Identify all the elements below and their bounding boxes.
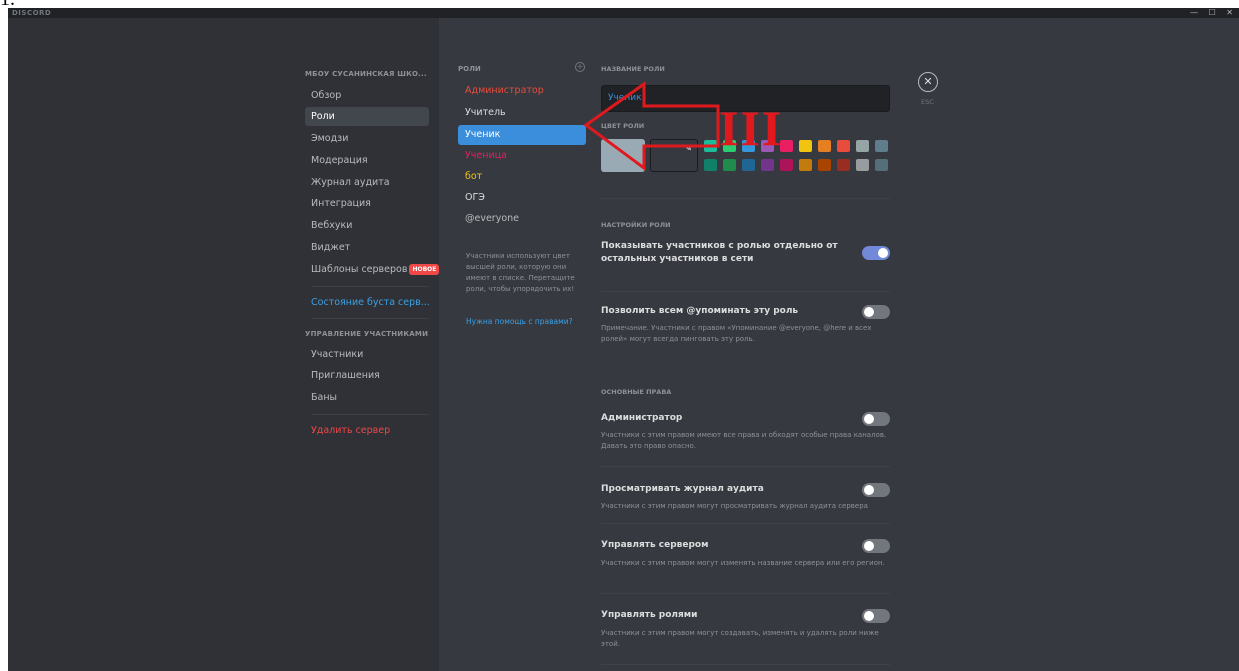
section-divider xyxy=(601,466,890,467)
role-settings-heading: НАСТРОЙКИ РОЛИ xyxy=(601,221,671,229)
sidebar-divider xyxy=(311,414,429,415)
color-swatch[interactable] xyxy=(780,159,793,171)
roles-help-link[interactable]: Нужна помощь с правами? xyxy=(466,317,573,326)
manage-roles-toggle[interactable] xyxy=(862,609,890,623)
view-audit-log-toggle[interactable] xyxy=(862,483,890,497)
app-brand: DISCORD xyxy=(12,9,52,17)
sidebar-divider xyxy=(311,286,429,287)
titlebar: DISCORD — ☐ ✕ xyxy=(8,8,1239,18)
permissions-heading: ОСНОВНЫЕ ПРАВА xyxy=(601,388,672,396)
administrator-toggle[interactable] xyxy=(862,412,890,426)
toggle-knob xyxy=(864,611,874,621)
esc-label: ESC xyxy=(921,98,934,106)
color-swatch[interactable] xyxy=(742,159,755,171)
role-item[interactable]: @everyone xyxy=(458,209,586,229)
color-swatch[interactable] xyxy=(723,159,736,171)
close-window-icon[interactable]: ✕ xyxy=(1226,8,1233,17)
sidebar-item-moderation[interactable]: Модерация xyxy=(305,151,429,170)
permission-description: Участники с этим правом имеют все права … xyxy=(601,431,887,450)
permission-title: Просматривать журнал аудита xyxy=(601,484,764,494)
server-heading: МБОУ СУСАНИНСКАЯ ШКО... xyxy=(305,70,427,78)
sidebar-item-widget[interactable]: Виджет xyxy=(305,238,429,257)
sidebar-item-boost-status[interactable]: Состояние буста серв... xyxy=(305,293,430,312)
settings-content: РОЛИ + Администратор Учитель Ученик Учен… xyxy=(439,18,1239,671)
color-swatch[interactable] xyxy=(837,140,850,152)
window-controls: — ☐ ✕ xyxy=(1182,8,1233,18)
settings-sidebar: МБОУ СУСАНИНСКАЯ ШКО... Обзор Роли Эмодз… xyxy=(8,18,440,671)
color-swatch[interactable] xyxy=(856,159,869,171)
role-name-heading: НАЗВАНИЕ РОЛИ xyxy=(601,65,665,73)
role-color-heading: ЦВЕТ РОЛИ xyxy=(601,122,645,130)
permission-description: Участники с этим правом могут изменять н… xyxy=(601,559,885,567)
color-swatch[interactable] xyxy=(704,159,717,171)
color-swatch[interactable] xyxy=(704,140,717,152)
sidebar-item-emoji[interactable]: Эмодзи xyxy=(305,129,429,148)
discord-window: DISCORD — ☐ ✕ МБОУ СУСАНИНСКАЯ ШКО... Об… xyxy=(8,8,1239,671)
role-item[interactable]: Ученица xyxy=(458,146,586,166)
manage-server-toggle[interactable] xyxy=(862,539,890,553)
close-icon[interactable]: ✕ xyxy=(918,72,938,92)
role-item-selected[interactable]: Ученик xyxy=(458,125,586,145)
role-item[interactable]: ОГЭ xyxy=(458,188,586,208)
sidebar-item-roles[interactable]: Роли xyxy=(305,107,429,126)
role-item[interactable]: бот xyxy=(458,167,586,187)
toggle-knob xyxy=(864,541,874,551)
toggle-knob xyxy=(864,414,874,424)
minimize-icon[interactable]: — xyxy=(1190,8,1198,17)
permission-title: Управлять ролями xyxy=(601,610,698,620)
sidebar-item-audit-log[interactable]: Журнал аудита xyxy=(305,173,429,192)
toggle-title: Позволить всем @упоминать эту роль xyxy=(601,306,799,316)
section-divider xyxy=(601,198,890,199)
toggle-description: Примечание. Участники с правом «Упоминан… xyxy=(601,324,872,343)
sidebar-item-bans[interactable]: Баны xyxy=(305,388,429,407)
color-swatch[interactable] xyxy=(875,159,888,171)
eyedropper-icon: ✎ xyxy=(684,144,692,154)
color-swatch[interactable] xyxy=(837,159,850,171)
new-badge: НОВОЕ xyxy=(409,264,440,275)
permission-description: Участники с этим правом могут просматрив… xyxy=(601,502,868,510)
toggle-knob xyxy=(864,307,874,317)
sidebar-item-overview[interactable]: Обзор xyxy=(305,86,429,105)
toggle-knob xyxy=(878,248,888,258)
color-swatch[interactable] xyxy=(818,159,831,171)
sidebar-item-webhooks[interactable]: Вебхуки xyxy=(305,216,429,235)
sidebar-item-members[interactable]: Участники xyxy=(305,345,429,364)
sidebar-divider xyxy=(311,318,429,319)
maximize-icon[interactable]: ☐ xyxy=(1209,8,1216,17)
sidebar-item-label: Шаблоны серверов xyxy=(311,264,408,275)
permission-description: Участники с этим правом могут создавать,… xyxy=(601,629,879,648)
color-swatch[interactable] xyxy=(799,140,812,152)
section-divider xyxy=(601,664,890,665)
toggle-knob xyxy=(864,485,874,495)
role-item[interactable]: Администратор xyxy=(458,81,586,101)
hoist-toggle[interactable] xyxy=(862,246,890,260)
color-swatch[interactable] xyxy=(875,140,888,152)
sidebar-item-integrations[interactable]: Интеграция xyxy=(305,194,429,213)
role-item[interactable]: Учитель xyxy=(458,103,586,123)
section-divider xyxy=(601,593,890,594)
color-swatch[interactable] xyxy=(818,140,831,152)
section-divider xyxy=(601,291,890,292)
permission-title: Управлять сервером xyxy=(601,540,709,550)
annotation-text: III xyxy=(719,100,784,156)
mentionable-toggle[interactable] xyxy=(862,305,890,319)
roles-heading: РОЛИ xyxy=(458,65,481,73)
permission-title: Администратор xyxy=(601,413,683,423)
color-swatch[interactable] xyxy=(799,159,812,171)
toggle-title: Показывать участников с ролью отдельно о… xyxy=(601,241,838,264)
color-swatch[interactable] xyxy=(856,140,869,152)
color-swatch[interactable] xyxy=(761,159,774,171)
sidebar-item-templates[interactable]: Шаблоны серверов НОВОЕ xyxy=(305,260,440,279)
delete-server-button[interactable]: Удалить сервер xyxy=(305,421,429,440)
roles-hint: Участники используют цвет высшей роли, к… xyxy=(466,252,575,293)
selected-color-swatch[interactable] xyxy=(601,139,645,172)
custom-color-picker[interactable]: ✎ xyxy=(650,139,698,172)
members-heading: УПРАВЛЕНИЕ УЧАСТНИКАМИ xyxy=(305,330,429,338)
section-divider xyxy=(601,523,890,524)
plus-icon[interactable]: + xyxy=(575,62,585,72)
sidebar-item-invites[interactable]: Приглашения xyxy=(305,366,429,385)
